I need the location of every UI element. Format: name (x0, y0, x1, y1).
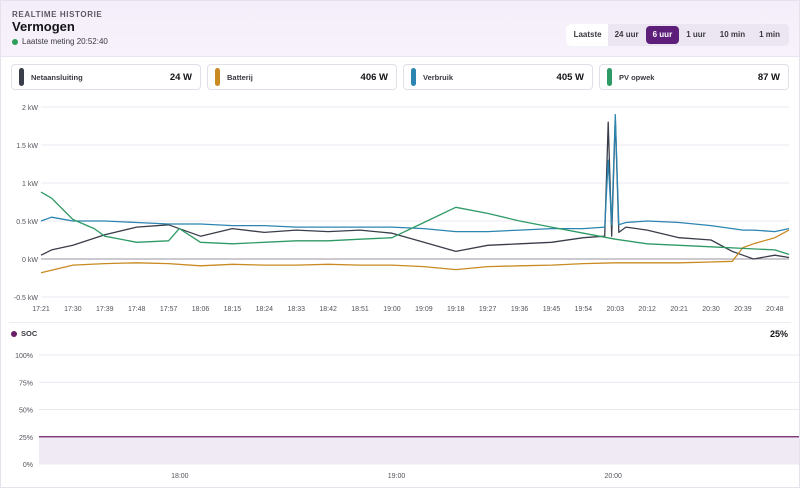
x-tick-label: 20:39 (734, 306, 752, 313)
soc-x-tick-label: 18:00 (171, 473, 189, 480)
soc-y-tick-label: 100% (15, 353, 33, 360)
power-chart[interactable]: 2 kW 1.5 kW 1 kW 0.5 kW 0 kW -0.5 kW 17:21 17:3… (1, 97, 800, 317)
x-tick-label: 19:18 (447, 306, 465, 313)
app-window: REALTIME HISTORIE Vermogen Laatste metin… (0, 0, 800, 488)
x-tick-label: 17:30 (64, 306, 82, 313)
y-tick-label: 2 kW (22, 105, 38, 112)
card-label: Verbruik (423, 72, 454, 82)
soc-legend: SOC (11, 329, 37, 338)
x-tick-label: 19:27 (479, 306, 497, 313)
soc-y-tick-label: 0% (23, 462, 33, 469)
y-tick-label: 1.5 kW (16, 143, 38, 150)
card-value: 406 W (360, 71, 388, 83)
range-option-24h[interactable]: 24 uur (608, 26, 646, 44)
range-option-1min[interactable]: 1 min (752, 26, 787, 44)
x-tick-label: 18:24 (256, 306, 274, 313)
x-tick-label: 17:21 (32, 306, 50, 313)
x-tick-label: 20:48 (766, 306, 784, 313)
soc-title: SOC (21, 329, 38, 338)
card-label: Netaansluiting (31, 72, 83, 82)
card-value: 24 W (169, 71, 192, 83)
card-label: PV opwek (619, 72, 655, 82)
series-line-verbruik (40, 113, 790, 233)
soc-value: 25% (769, 329, 788, 339)
x-tick-label: 20:21 (670, 306, 688, 313)
y-tick-label: 0.5 kW (16, 219, 38, 226)
y-tick-label: 0 kW (22, 257, 38, 264)
x-tick-label: 20:03 (607, 306, 625, 313)
range-option-1h[interactable]: 1 uur (679, 26, 713, 44)
soc-x-tick-label: 20:00 (604, 473, 622, 480)
x-tick-label: 19:36 (511, 306, 529, 313)
x-tick-label: 18:33 (287, 306, 305, 313)
card-value: 87 W (757, 71, 780, 83)
soc-dot-icon (11, 330, 17, 337)
y-tick-label: -0.5 kW (14, 295, 39, 302)
series-swatch-icon (411, 68, 416, 86)
range-option-10min[interactable]: 10 min (713, 26, 752, 44)
x-tick-label: 17:39 (96, 306, 114, 313)
x-tick-label: 18:06 (192, 306, 210, 313)
page-title: Vermogen (12, 19, 75, 34)
series-swatch-icon (607, 68, 612, 86)
time-range-selector: Laatste 24 uur 6 uur 1 uur 10 min 1 min (565, 24, 789, 46)
soc-y-tick-label: 75% (19, 380, 33, 387)
card-verbruik[interactable]: Verbruik 405 W (403, 64, 593, 90)
power-cards: Netaansluiting 24 W Batterij 406 W Verbr… (11, 64, 789, 90)
x-tick-label: 20:30 (702, 306, 720, 313)
x-tick-label: 19:54 (575, 306, 593, 313)
x-tick-label: 19:00 (383, 306, 401, 313)
x-tick-label: 18:42 (319, 306, 337, 313)
x-tick-label: 17:57 (160, 306, 178, 313)
range-option-6h[interactable]: 6 uur (645, 26, 680, 44)
card-batterij[interactable]: Batterij 406 W (207, 64, 397, 90)
x-tick-label: 19:45 (543, 306, 561, 313)
soc-x-tick-label: 19:00 (388, 473, 406, 480)
x-tick-label: 18:15 (224, 306, 242, 313)
x-tick-label: 20:12 (638, 306, 656, 313)
series-swatch-icon (215, 68, 220, 86)
card-value: 405 W (556, 71, 584, 83)
time-range-label: Laatste (565, 24, 608, 46)
last-measurement: Laatste meting 20:52:40 (12, 37, 108, 46)
card-label: Batterij (227, 72, 253, 82)
page-subtitle: REALTIME HISTORIE (12, 10, 103, 19)
y-tick-label: 1 kW (22, 181, 38, 188)
card-netaansluiting[interactable]: Netaansluiting 24 W (11, 64, 201, 90)
soc-y-tick-label: 50% (19, 408, 33, 415)
series-swatch-icon (19, 68, 24, 86)
series-line-netaansluiting (40, 117, 790, 260)
x-tick-label: 19:09 (415, 306, 433, 313)
soc-chart[interactable]: 100% 75% 50% 25% 0% 18:00 19:00 20:00 (1, 341, 800, 486)
x-tick-label: 18:51 (351, 306, 369, 313)
soc-area-fill (39, 436, 799, 464)
x-tick-label: 17:48 (128, 306, 146, 313)
last-measurement-text: Laatste meting 20:52:40 (22, 37, 108, 46)
page-header: REALTIME HISTORIE Vermogen Laatste metin… (1, 1, 799, 57)
soc-y-tick-label: 25% (19, 435, 33, 442)
status-dot-icon (12, 38, 18, 45)
chart-divider (9, 322, 791, 323)
card-pv-opwek[interactable]: PV opwek 87 W (599, 64, 789, 90)
